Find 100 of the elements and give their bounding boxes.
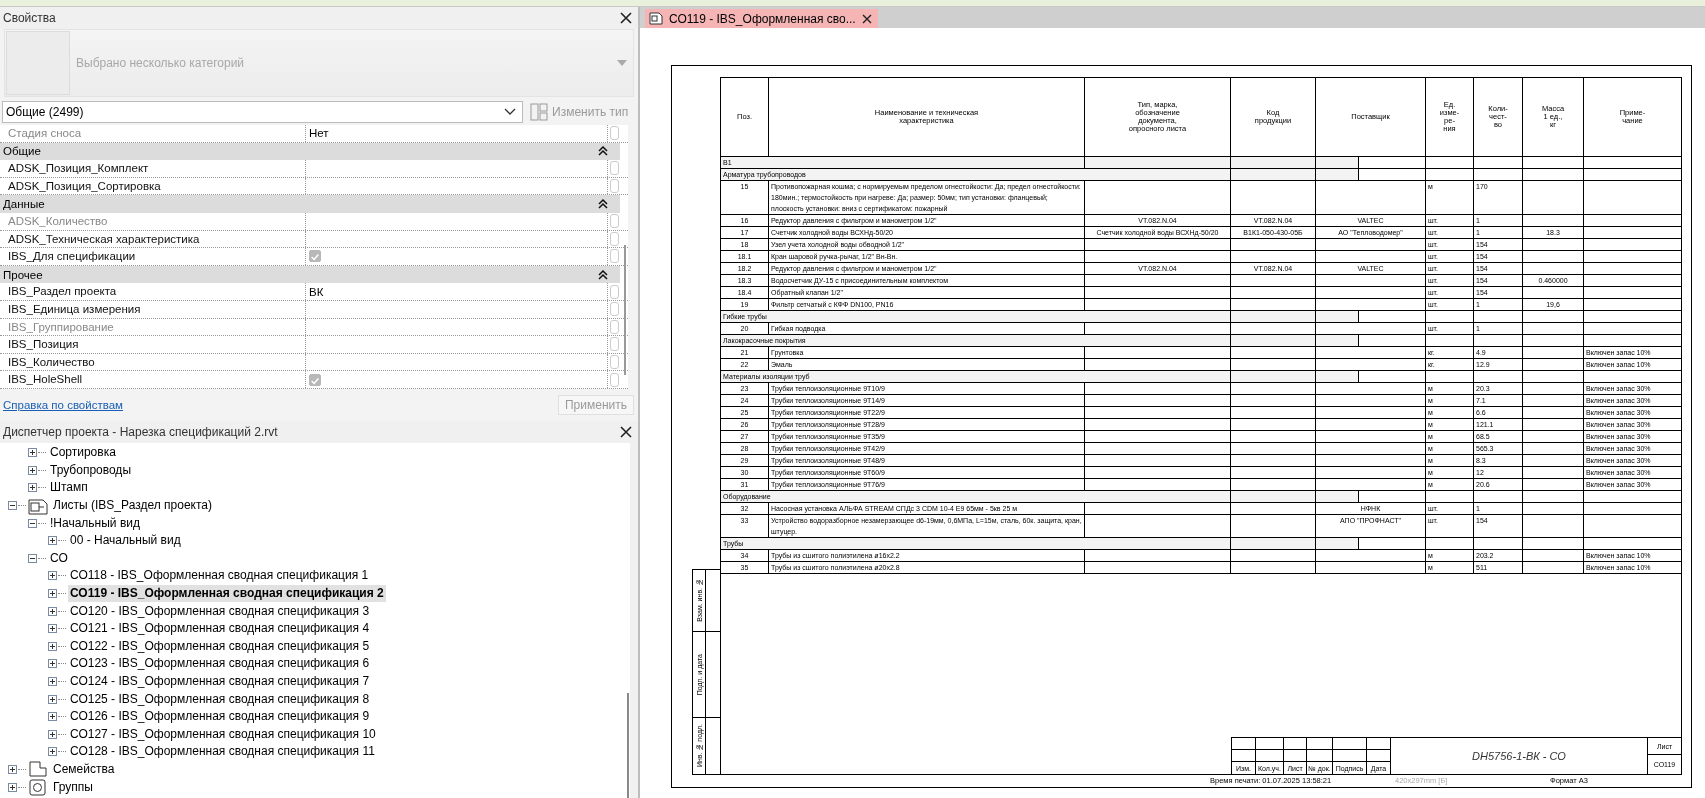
close-icon[interactable] bbox=[620, 426, 632, 438]
empty-cell bbox=[1474, 538, 1523, 550]
close-icon[interactable] bbox=[620, 12, 632, 24]
tree-item[interactable]: СО119 - IBS_Оформленная сводная спецификация 2 bbox=[68, 585, 386, 603]
empty-cell bbox=[1523, 181, 1584, 215]
tree-item[interactable]: СО126 - IBS_Оформленная сводная спецификация 9 bbox=[68, 708, 372, 726]
empty-cell bbox=[1523, 251, 1584, 263]
empty-cell bbox=[1523, 383, 1584, 395]
empty-cell bbox=[1523, 550, 1584, 562]
tree-item[interactable]: Семейства bbox=[51, 761, 117, 778]
expand-toggle[interactable] bbox=[28, 465, 37, 475]
tree-item[interactable]: 00 - Начальный вид bbox=[68, 532, 183, 550]
empty-cell bbox=[1474, 491, 1523, 503]
empty-cell bbox=[1523, 562, 1584, 574]
empty-cell bbox=[1426, 157, 1474, 169]
empty-cell bbox=[1523, 395, 1584, 407]
expand-toggle[interactable] bbox=[48, 571, 57, 581]
empty-cell bbox=[1426, 491, 1474, 503]
property-label: ADSK_Позиция_Комплект bbox=[0, 160, 306, 177]
tree-item[interactable]: СО120 - IBS_Оформленная сводная спецификация 3 bbox=[68, 602, 372, 620]
tree-item[interactable]: СО121 - IBS_Оформленная сводная спецификация 4 bbox=[68, 620, 372, 638]
empty-cell bbox=[1523, 311, 1584, 323]
property-label: IBS_Единица измерения bbox=[0, 300, 306, 318]
property-label: IBS_Для спецификации bbox=[0, 248, 306, 265]
property-label: IBS_HoleShell bbox=[0, 371, 306, 388]
expand-toggle[interactable] bbox=[8, 765, 17, 774]
group-header[interactable]: Прочее bbox=[0, 265, 620, 284]
scrollbar[interactable] bbox=[627, 693, 629, 798]
property-label: IBS_Группирование bbox=[0, 318, 306, 336]
tree-item[interactable]: СО128 - IBS_Оформленная сводная спецификация 11 bbox=[68, 743, 377, 761]
tree-item[interactable]: Трубопроводы bbox=[48, 461, 133, 479]
empty-cell bbox=[1426, 371, 1474, 383]
expand-toggle[interactable] bbox=[48, 712, 57, 722]
tree-item[interactable]: СО124 - IBS_Оформленная сводная спецификация 7 bbox=[68, 673, 372, 690]
empty-cell bbox=[1523, 515, 1584, 538]
tree-item[interactable]: СО bbox=[48, 549, 70, 567]
property-label: IBS_Количество bbox=[0, 353, 306, 371]
view-tab[interactable]: СО119 - IBS_Оформленная сво... bbox=[645, 9, 878, 28]
empty-cell bbox=[1426, 169, 1474, 181]
checkbox[interactable] bbox=[309, 250, 321, 263]
empty-cell bbox=[1523, 431, 1584, 443]
property-label: ADSK_Техническая характеристика bbox=[0, 230, 306, 248]
close-icon[interactable] bbox=[861, 13, 872, 24]
expand-toggle[interactable] bbox=[48, 589, 57, 599]
expand-toggle[interactable] bbox=[28, 448, 37, 458]
tree-item[interactable]: СО122 - IBS_Оформленная сводная спецификация 5 bbox=[68, 637, 372, 655]
group-header[interactable]: Данные bbox=[0, 195, 620, 213]
help-link[interactable]: Справка по свойствам bbox=[3, 399, 123, 411]
empty-cell bbox=[1523, 538, 1584, 550]
property-label: ADSK_Количество bbox=[0, 212, 306, 230]
tree-item[interactable]: СО123 - IBS_Оформленная сводная спецификация 6 bbox=[68, 655, 372, 673]
group-header[interactable]: Общие bbox=[0, 142, 620, 161]
property-label: Стадия сноса bbox=[0, 125, 306, 142]
expand-toggle[interactable] bbox=[28, 518, 37, 528]
tree-item[interactable]: СО127 - IBS_Оформленная сводная спецификация 10 bbox=[68, 725, 378, 743]
tree-item[interactable]: Группы bbox=[51, 778, 95, 796]
empty-cell bbox=[1523, 479, 1584, 491]
empty-cell bbox=[1523, 263, 1584, 275]
caret-icon bbox=[617, 60, 627, 66]
sheet-icon bbox=[649, 12, 663, 25]
empty-cell bbox=[1523, 239, 1584, 251]
expand-toggle[interactable] bbox=[48, 624, 57, 634]
empty-cell bbox=[1523, 157, 1584, 169]
empty-cell bbox=[1523, 347, 1584, 359]
empty-cell bbox=[1523, 467, 1584, 479]
property-label: IBS_Раздел проекта bbox=[0, 283, 306, 300]
property-label: IBS_Позиция bbox=[0, 336, 306, 353]
checkbox[interactable] bbox=[309, 373, 321, 386]
tree-item[interactable]: !Начальный вид bbox=[48, 514, 142, 532]
empty-cell bbox=[1474, 169, 1523, 181]
tree-item[interactable]: Сортировка bbox=[48, 444, 118, 462]
empty-cell bbox=[1523, 323, 1584, 335]
filter-dropdown[interactable]: Общие (2499) bbox=[2, 101, 523, 123]
panel-title: Свойства bbox=[3, 11, 56, 25]
expand-toggle[interactable] bbox=[48, 659, 57, 669]
expand-toggle[interactable] bbox=[48, 677, 57, 686]
family-icon bbox=[28, 760, 48, 779]
expand-toggle[interactable] bbox=[8, 501, 17, 511]
expand-toggle[interactable] bbox=[8, 782, 17, 792]
tree-item[interactable]: СО118 - IBS_Оформленная сводная спецификация 1 bbox=[68, 567, 371, 585]
expand-toggle[interactable] bbox=[48, 729, 57, 739]
expand-toggle[interactable] bbox=[48, 747, 57, 757]
empty-cell bbox=[1523, 491, 1584, 503]
empty-cell bbox=[1523, 359, 1584, 371]
empty-cell bbox=[1426, 538, 1474, 550]
expand-toggle[interactable] bbox=[28, 483, 37, 493]
empty-cell bbox=[1474, 371, 1523, 383]
expand-toggle[interactable] bbox=[48, 536, 57, 546]
expand-toggle[interactable] bbox=[28, 553, 37, 563]
expand-toggle[interactable] bbox=[48, 641, 57, 651]
tree-item[interactable]: Листы (IBS_Раздел проекта) bbox=[51, 497, 214, 515]
property-value[interactable]: ВК bbox=[309, 283, 324, 300]
expand-toggle[interactable] bbox=[48, 694, 57, 704]
expand-toggle[interactable] bbox=[48, 606, 57, 616]
empty-cell bbox=[1523, 419, 1584, 431]
drawing-designation: DH5756-1-ВК - СО bbox=[1472, 750, 1566, 762]
empty-cell bbox=[1523, 443, 1584, 455]
scrollbar[interactable] bbox=[624, 245, 626, 375]
tree-item[interactable]: СО125 - IBS_Оформленная сводная спецификация 8 bbox=[68, 690, 372, 708]
tree-item[interactable]: Штамп bbox=[48, 479, 90, 497]
